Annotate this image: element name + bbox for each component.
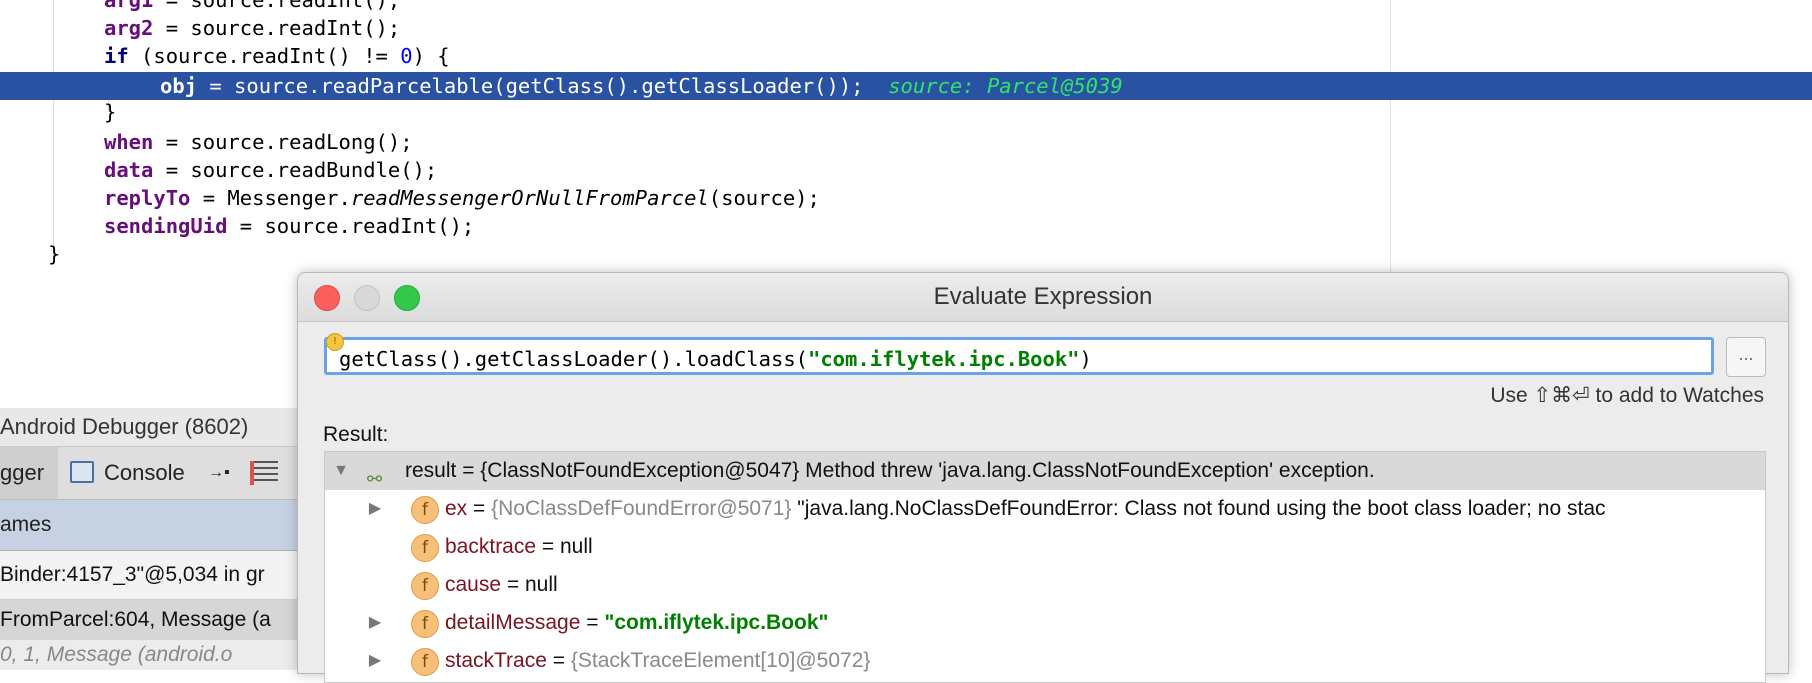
field-name: detailMessage [445, 611, 581, 634]
code-text: = Messenger. [202, 186, 351, 210]
code-line[interactable]: sendingUid = source.readInt(); [0, 212, 1812, 240]
field-value: "com.iflytek.ipc.Book" [604, 611, 829, 634]
console-icon [70, 461, 94, 483]
code-text: = source.readBundle(); [165, 158, 438, 182]
field-name: data [104, 158, 154, 182]
code-line[interactable]: arg1 = source.readInt(); [0, 0, 1812, 14]
field-name: cause [445, 573, 502, 596]
code-editor[interactable]: arg1 = source.readInt(); arg2 = source.r… [0, 0, 1812, 290]
tree-row-result[interactable]: ▼ ⚯ result = {ClassNotFoundException@504… [325, 452, 1765, 490]
expand-arrow-icon[interactable]: ▼ [331, 452, 351, 490]
dialog-titlebar[interactable]: Evaluate Expression [298, 273, 1788, 322]
expand-arrow-icon[interactable]: ▶ [365, 490, 385, 528]
close-button[interactable] [314, 285, 340, 311]
result-tree[interactable]: ▼ ⚯ result = {ClassNotFoundException@504… [324, 451, 1766, 683]
tab-console[interactable]: Console [66, 447, 206, 499]
field-icon: f [411, 534, 439, 562]
minimize-button[interactable] [354, 285, 380, 311]
field-name: stackTrace [445, 649, 547, 672]
pin-icon: →▪ [208, 464, 230, 481]
code-text: = source.readInt(); [165, 16, 401, 40]
expand-arrow-icon[interactable]: ▶ [365, 604, 385, 642]
expand-expression-button[interactable]: ... [1726, 337, 1766, 377]
debug-window-title: Android Debugger (8602) [0, 408, 300, 447]
frames-header: ames [0, 500, 300, 551]
code-text: } [48, 242, 61, 266]
tab-label: Console [104, 460, 185, 485]
code-text: (source.readInt() != [141, 44, 401, 68]
result-value: = {ClassNotFoundException@5047} Method t… [456, 459, 1375, 482]
tree-row-detailmessage[interactable]: ▶ f detailMessage = "com.iflytek.ipc.Boo… [325, 604, 1765, 642]
method-name: readMessengerOrNullFromParcel [350, 186, 709, 210]
code-text: } [104, 100, 117, 124]
field-name: backtrace [445, 535, 537, 558]
debug-tabs: gger Console →▪ [0, 447, 300, 500]
field-value: "java.lang.NoClassDefFoundError: Class n… [791, 497, 1606, 520]
evaluate-result-icon: ⚯ [367, 469, 383, 489]
code-line[interactable]: arg2 = source.readInt(); [0, 14, 1812, 42]
field-icon: f [411, 496, 439, 524]
maximize-button[interactable] [394, 285, 420, 311]
show-execution-point-button[interactable] [248, 447, 288, 499]
lightbulb-icon[interactable]: ! [326, 333, 344, 351]
code-text: = source.readParcelable(getClass().getCl… [209, 74, 864, 98]
field-name: arg1 [104, 0, 154, 12]
tree-row-stacktrace[interactable]: ▶ f stackTrace = {StackTraceElement[10]@… [325, 642, 1765, 680]
code-text: = source.readInt(); [239, 214, 475, 238]
thread-selector[interactable]: Binder:4157_3"@5,034 in gr [0, 551, 300, 600]
field-value: = null [536, 535, 593, 558]
tab-debugger[interactable]: gger [0, 447, 58, 499]
frames-list-icon [250, 461, 278, 485]
code-line[interactable]: when = source.readLong(); [0, 128, 1812, 156]
watches-hint: Use ⇧⌘⏎ to add to Watches [1490, 384, 1764, 407]
code-line[interactable]: if (source.readInt() != 0) { [0, 42, 1812, 70]
tab-label: gger [0, 460, 45, 485]
object-ref: {NoClassDefFoundError@5071} [491, 497, 792, 520]
expression-code: ) [1079, 347, 1092, 371]
code-line[interactable]: data = source.readBundle(); [0, 156, 1812, 184]
field-icon: f [411, 610, 439, 638]
inline-debug-value: source: Parcel@5039 [888, 74, 1123, 98]
result-label: Result: [323, 423, 389, 446]
code-line[interactable]: replyTo = Messenger.readMessengerOrNullF… [0, 184, 1812, 212]
field-name: obj [160, 74, 198, 98]
expand-arrow-icon[interactable]: ▶ [365, 642, 385, 680]
expression-string-literal: "com.iflytek.ipc.Book" [808, 347, 1080, 371]
keyword: if [104, 44, 129, 68]
field-name: ex [445, 497, 468, 520]
tree-row-backtrace[interactable]: f backtrace = null [325, 528, 1765, 566]
code-text: ) { [412, 44, 450, 68]
field-name: sendingUid [104, 214, 228, 238]
object-ref: {StackTraceElement[10]@5072} [570, 649, 871, 672]
field-name: when [104, 130, 154, 154]
code-line[interactable]: } [0, 240, 1812, 268]
code-text: = source.readInt(); [165, 0, 401, 12]
number-literal: 0 [400, 44, 413, 68]
execution-point-line[interactable]: obj = source.readParcelable(getClass().g… [0, 72, 1812, 100]
field-icon: f [411, 572, 439, 600]
restore-layout-button[interactable]: →▪ [208, 447, 238, 499]
result-name: result [405, 459, 457, 482]
stack-frame[interactable]: 0, 1, Message (android.o [0, 640, 300, 670]
stack-frame-selected[interactable]: FromParcel:604, Message (a [0, 600, 300, 640]
code-line[interactable]: } [0, 98, 1812, 126]
code-text: (source); [708, 186, 820, 210]
tree-row-ex[interactable]: ▶ f ex = {NoClassDefFoundError@5071} "ja… [325, 490, 1765, 528]
field-name: replyTo [104, 186, 191, 210]
expression-input[interactable]: getClass().getClassLoader().loadClass("c… [324, 337, 1714, 375]
tree-row-cause[interactable]: f cause = null [325, 566, 1765, 604]
field-name: arg2 [104, 16, 154, 40]
code-text: = source.readLong(); [165, 130, 413, 154]
field-value: = null [501, 573, 558, 596]
expression-code: getClass().getClassLoader().loadClass( [339, 347, 808, 371]
evaluate-expression-dialog: Evaluate Expression getClass().getClassL… [297, 272, 1789, 683]
field-icon: f [411, 648, 439, 676]
debug-tool-window: Android Debugger (8602) gger Console →▪ … [0, 408, 300, 670]
dialog-title: Evaluate Expression [933, 283, 1153, 310]
